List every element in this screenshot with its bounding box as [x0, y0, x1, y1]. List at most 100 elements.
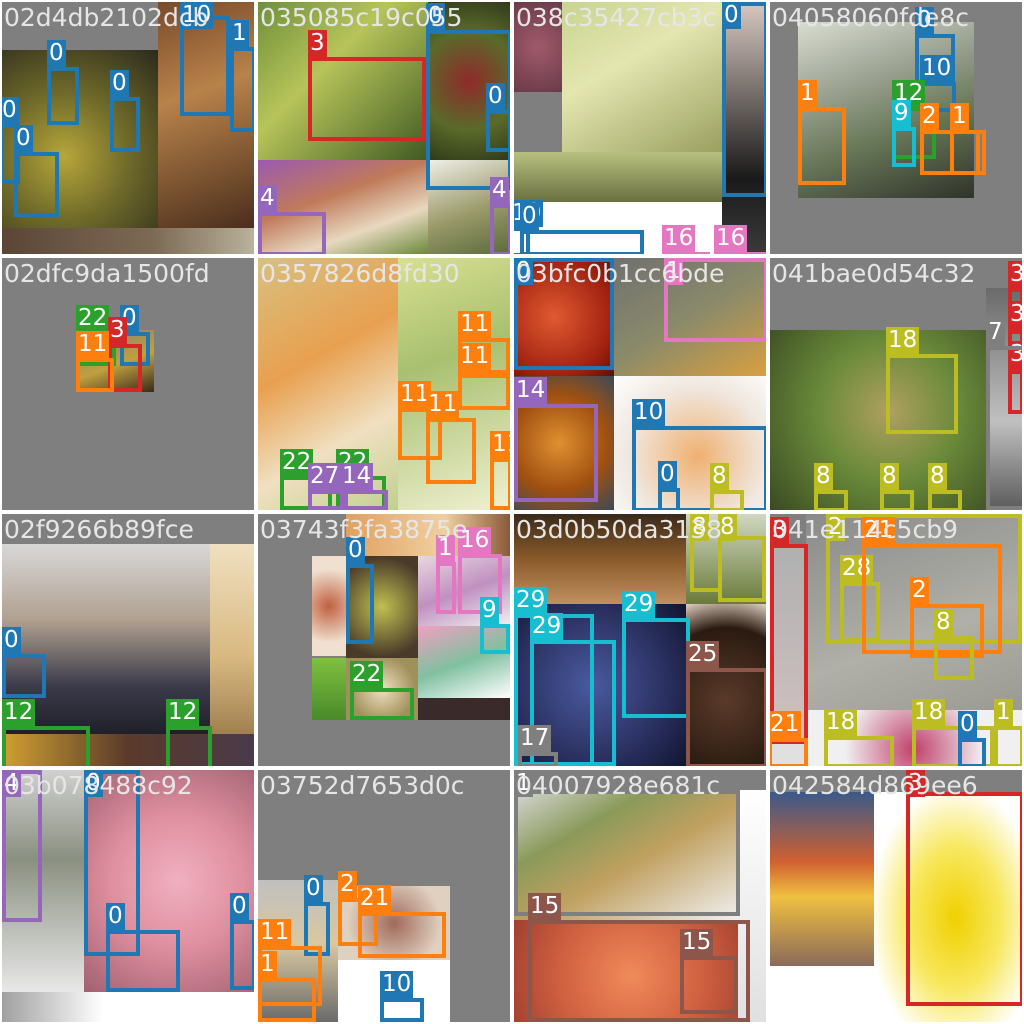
bounding-box [230, 47, 254, 132]
wood-strip-photo [2, 228, 254, 254]
box-class-label: 0 [14, 125, 33, 152]
pasta-photo [210, 544, 254, 734]
box-class-label: 10 [380, 971, 414, 998]
box-class-label: 8 [880, 463, 899, 490]
box-class-label: 2 [910, 577, 929, 604]
box-class-label: 4 [490, 177, 509, 204]
bounding-box [662, 252, 710, 254]
box-class-label: 0 [722, 2, 741, 29]
mosaic-tile: 22 0 3 11 02dfc9da1500fd [2, 258, 254, 510]
box-class-label: 11 [458, 343, 492, 370]
box-class-label: 18 [886, 327, 920, 354]
bounding-box [480, 624, 510, 654]
bounding-box [358, 912, 446, 958]
box-class-label: 16 [662, 225, 696, 252]
box-class-label: 2 [826, 514, 845, 541]
mosaic-tile: 18 3 3 3 7 8 8 8 041bae0d54c32 [770, 258, 1022, 510]
box-class-label: 10 [632, 399, 666, 426]
bounding-box [47, 67, 79, 125]
mosaic-tile: 0 1 16 9 22 03743f3fa3875e [258, 514, 510, 766]
box-class-label: 2 [338, 871, 357, 898]
pears-trays-photo [562, 2, 722, 152]
bounding-box [880, 490, 914, 510]
box-class-label: 18 [912, 699, 946, 726]
mosaic-tile: 0 0 0 0 10 1 02d4db2102dcb [2, 2, 254, 254]
bounding-box [714, 252, 766, 254]
box-class-label: 25 [686, 641, 720, 668]
bounding-box [350, 688, 414, 720]
bounding-box [308, 57, 426, 141]
box-class-label: 21 [862, 517, 896, 544]
box-class-label: 0 [486, 83, 505, 110]
bounding-box [514, 404, 598, 502]
bounding-box [906, 792, 1022, 1006]
box-class-label: 1 [798, 80, 817, 107]
box-class-label: 4 [258, 185, 277, 212]
mosaic-tile: 8 8 29 29 29 25 17 03d0b50da3138 [514, 514, 766, 766]
bounding-box [686, 668, 766, 766]
box-class-label: 0 [106, 903, 125, 930]
bounding-box [892, 127, 916, 167]
bounding-box [110, 97, 140, 152]
box-class-label: 0 [426, 3, 445, 30]
bounding-box [814, 490, 848, 510]
mosaic-tile: 0 0 0 4 03b078488c92 [2, 770, 254, 1022]
bounding-box [106, 930, 180, 992]
box-class-label: 22 [350, 661, 384, 688]
bounding-box [718, 536, 766, 602]
bounding-box [986, 346, 1022, 510]
box-class-label: 18 [824, 709, 858, 736]
bounding-box [680, 956, 738, 1014]
bounding-box [490, 458, 510, 510]
bounding-box [710, 490, 744, 510]
market-stall-photo [770, 792, 874, 966]
box-class-label: 1 [664, 258, 683, 285]
mosaic-tile: 3 042584d869ee6 [770, 770, 1022, 1022]
bounding-box [426, 418, 476, 484]
box-class-label: 12 [166, 699, 200, 726]
box-class-label: 0 [514, 258, 533, 285]
crate-photo [514, 152, 722, 202]
box-class-label: 15 [528, 893, 562, 920]
box-class-label: 4 [2, 770, 21, 797]
bottom-left-white [770, 966, 874, 1022]
bounding-box [258, 978, 316, 1022]
box-class-label: 10 [920, 55, 954, 82]
box-class-label: 8 [718, 514, 737, 541]
box-class-label: 16 [458, 527, 492, 554]
bounding-box [886, 354, 958, 434]
bounding-box [436, 562, 456, 614]
box-class-label: 11 [458, 311, 492, 338]
box-class-label: 0 [110, 70, 129, 97]
box-class-label: 8 [690, 514, 709, 541]
box-class-label: 1 [950, 103, 969, 130]
box-class-label: 3 [770, 517, 789, 544]
box-class-label: 8 [928, 463, 947, 490]
box-class-label: 29 [514, 587, 548, 614]
bounding-box [258, 212, 326, 254]
box-class-label: 14 [340, 463, 374, 490]
box-class-label: 21 [358, 885, 392, 912]
box-class-label: 0 [958, 711, 977, 738]
bounding-box [934, 636, 974, 680]
bounding-box [490, 204, 510, 254]
box-class-label: 11 [258, 919, 292, 946]
mosaic-tile: 0 12 12 02f9266b89fce [2, 514, 254, 766]
box-class-label: 15 [680, 929, 714, 956]
box-class-label: 29 [622, 591, 656, 618]
bounding-box [340, 490, 388, 510]
box-class-label: 1 [514, 770, 533, 797]
bounding-box [486, 110, 510, 152]
bounding-box [622, 618, 690, 718]
dark-photo [418, 698, 510, 720]
box-class-label: 11 [490, 431, 510, 458]
box-class-label: 17 [518, 725, 552, 752]
bounding-box [928, 490, 962, 510]
box-class-label: 0 [2, 97, 19, 124]
box-class-label: 8 [934, 609, 953, 636]
box-class-label: 9 [892, 100, 911, 127]
mosaic-tile: 0 1 14 10 0 8 03bfc0b1cc6bde [514, 258, 766, 510]
mosaic-tile: 1 15 15 04007928e681c [514, 770, 766, 1022]
bounding-box [958, 738, 986, 766]
bounding-box [658, 488, 680, 510]
